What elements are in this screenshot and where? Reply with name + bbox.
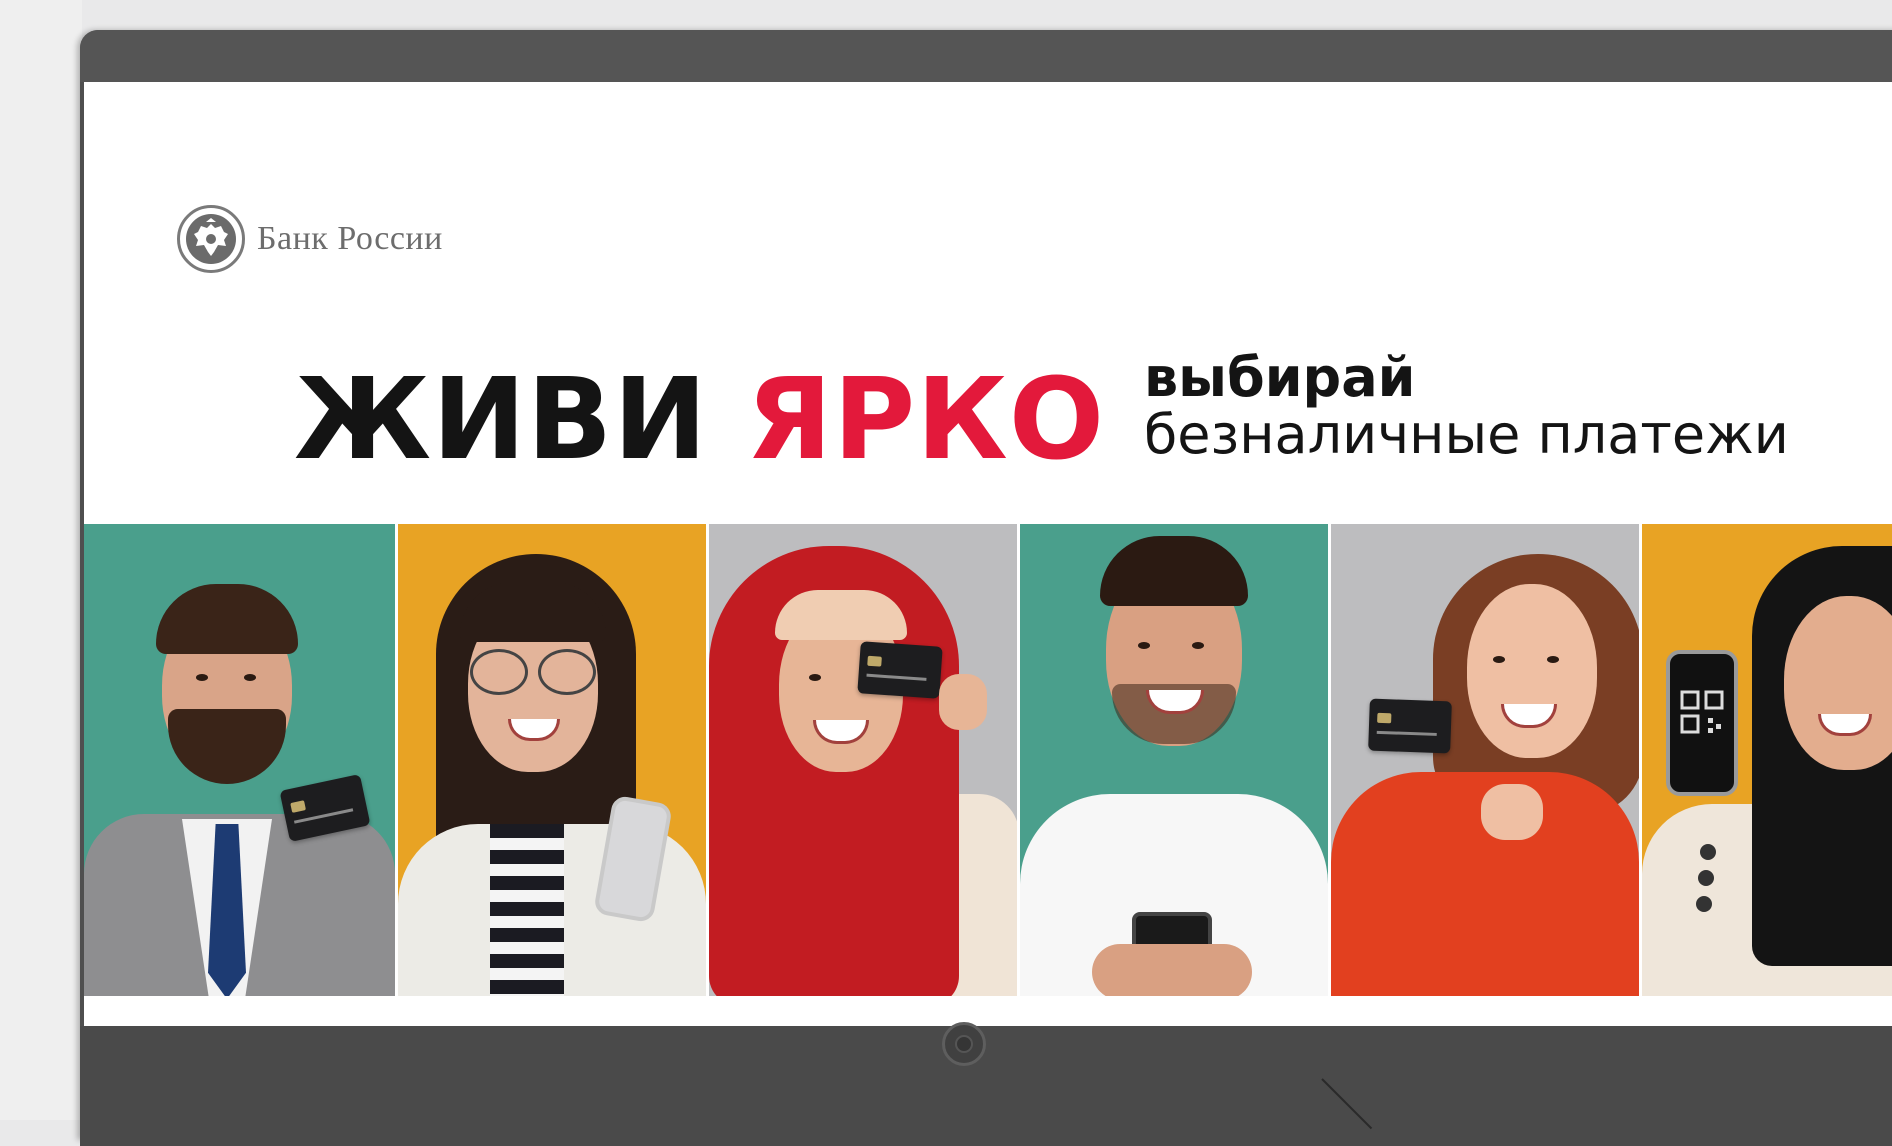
eye	[196, 674, 208, 681]
jacket-button	[1700, 844, 1716, 860]
headline-word-2: ЯРКО	[745, 355, 1106, 485]
photo-panel-woman-in-red-hijab	[709, 524, 1017, 996]
pointing-hand	[1481, 784, 1543, 840]
double-headed-eagle-icon	[177, 205, 245, 273]
glasses-icon	[470, 649, 528, 695]
beard	[168, 709, 286, 784]
hair	[156, 584, 298, 654]
qr-code-phone-icon	[1666, 650, 1738, 796]
photo-panel-woman-with-glasses	[398, 524, 706, 996]
slogan-line-2: безналичные платежи	[1144, 402, 1789, 466]
eye	[809, 674, 821, 681]
eye	[1547, 656, 1559, 663]
slogan-line-1: выбирай	[1144, 346, 1416, 409]
eye	[244, 674, 256, 681]
banner-screen: Банк России ЖИВИ ЯРКО выбирай безналичны…	[84, 82, 1892, 1026]
headline: ЖИВИ ЯРКО	[294, 364, 1105, 476]
slogan: выбирай безналичные платежи	[1144, 346, 1789, 466]
device-top-bezel	[80, 30, 1892, 82]
jacket-button	[1698, 870, 1714, 886]
tablet-device: Банк России ЖИВИ ЯРКО выбирай безналичны…	[80, 30, 1892, 1146]
head	[1467, 584, 1597, 758]
bank-card-icon	[1368, 698, 1452, 754]
hair-top	[460, 582, 606, 642]
camera-icon	[942, 1022, 986, 1066]
hands	[1092, 944, 1252, 996]
photo-panel-man-in-suit	[84, 524, 395, 996]
eye	[1493, 656, 1505, 663]
eye	[1192, 642, 1204, 649]
head	[1784, 596, 1892, 770]
photo-panel-man-in-white-tshirt	[1020, 524, 1328, 996]
bank-name: Банк России	[257, 220, 443, 257]
bank-card-icon	[857, 641, 943, 699]
background-strip	[0, 0, 82, 1120]
headline-word-1: ЖИВИ	[294, 355, 708, 485]
bank-logo[interactable]: Банк России	[177, 205, 443, 273]
hand	[939, 674, 987, 730]
banner-bottom-margin	[84, 996, 1892, 1026]
eye	[1138, 642, 1150, 649]
hair	[1100, 536, 1248, 606]
photo-panel-woman-in-black-hijab	[1642, 524, 1892, 996]
jacket-button	[1696, 896, 1712, 912]
striped-top	[490, 824, 564, 996]
photo-strip	[84, 524, 1892, 996]
device-bottom-bezel	[80, 1026, 1892, 1146]
photo-panel-woman-in-red-sweater	[1331, 524, 1639, 996]
glasses-icon	[538, 649, 596, 695]
under-scarf	[775, 590, 907, 640]
